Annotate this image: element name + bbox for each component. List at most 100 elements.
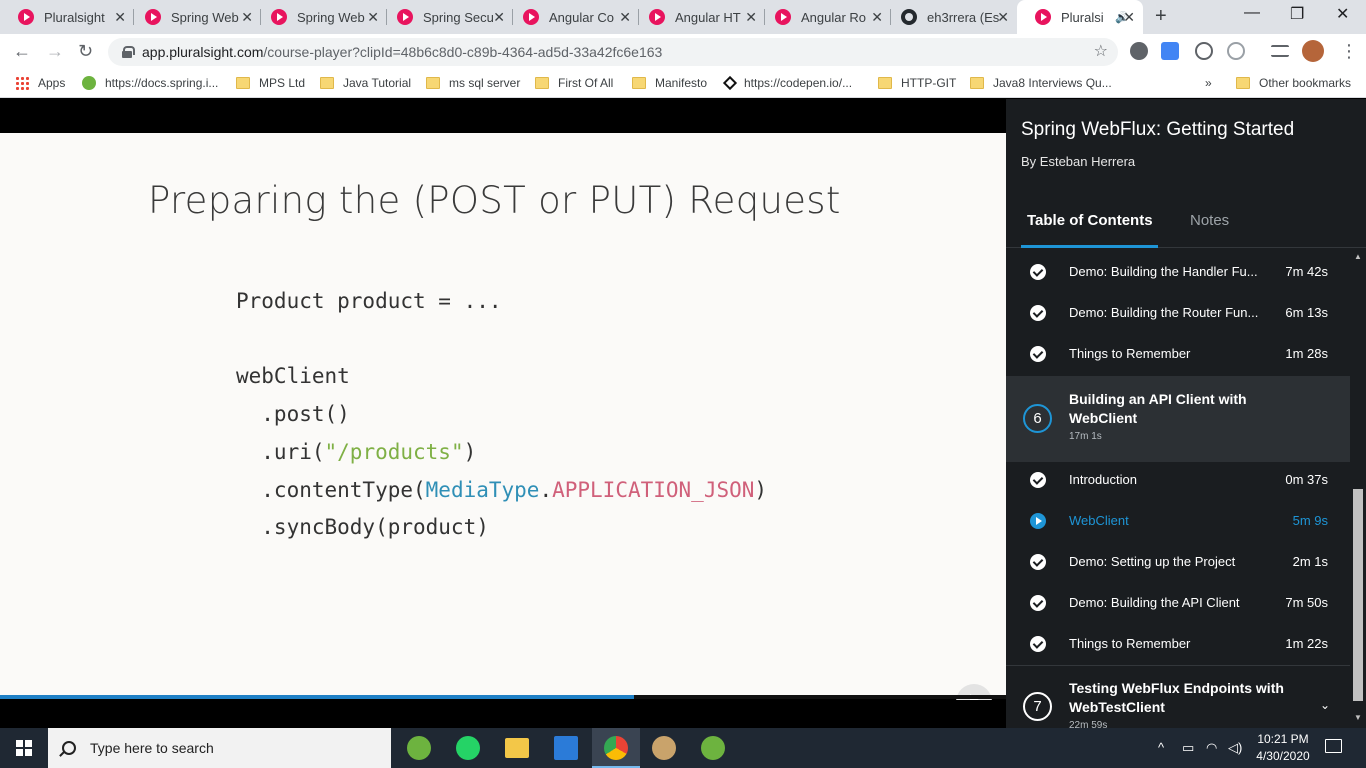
search-icon: [62, 741, 76, 755]
forward-button[interactable]: →: [46, 41, 64, 62]
close-icon[interactable]: ✕: [114, 9, 126, 26]
browser-tab[interactable]: Angular Ro ✕: [757, 0, 891, 34]
clip-name: Demo: Building the Handler Fu...: [1069, 264, 1258, 279]
chrome-icon[interactable]: [604, 736, 628, 760]
menu-icon[interactable]: ⋮: [1340, 41, 1358, 62]
browser-tab[interactable]: Pluralsight ✕: [0, 0, 134, 34]
chevron-up-icon[interactable]: ^: [1158, 740, 1164, 755]
clock-date: 4/30/2020: [1256, 749, 1310, 763]
bookmark-item[interactable]: MPS Ltd: [236, 76, 305, 90]
spring-tool-suite-icon[interactable]: [407, 736, 431, 760]
close-icon[interactable]: ✕: [997, 9, 1009, 26]
lock-icon[interactable]: [122, 46, 135, 58]
video-player[interactable]: Preparing the (POST or PUT) Request Prod…: [0, 99, 1006, 720]
clip-duration: 7m 42s: [1285, 264, 1328, 279]
bookmark-item[interactable]: https://docs.spring.i...: [82, 76, 218, 90]
folder-icon: [970, 77, 984, 89]
wifi-icon[interactable]: ◠: [1206, 740, 1217, 756]
close-icon[interactable]: ✕: [241, 9, 253, 26]
browser-tab-active[interactable]: Pluralsi 🔊 ✕: [1017, 0, 1143, 34]
taskbar-clock[interactable]: 10:21 PM 4/30/2020: [1250, 731, 1316, 765]
bookmark-item[interactable]: https://codepen.io/...: [722, 75, 852, 91]
clip-name: Demo: Building the API Client: [1069, 595, 1240, 610]
browser-tab[interactable]: eh3rrera (Es ✕: [883, 0, 1017, 34]
translate-icon[interactable]: [1161, 42, 1179, 60]
code-block: Product product = ... webClient .post() …: [236, 283, 767, 547]
clip-item[interactable]: Demo: Building the API Client 7m 50s: [1006, 582, 1350, 623]
folder-icon: [535, 77, 549, 89]
play-icon: [1030, 512, 1046, 529]
clip-item-current[interactable]: WebClient 5m 9s: [1006, 500, 1350, 541]
bookmark-item[interactable]: First Of All: [535, 76, 613, 90]
module-header-6[interactable]: 6 Building an API Client with WebClient …: [1006, 376, 1350, 462]
volume-icon[interactable]: ◁): [1228, 740, 1242, 756]
clip-item[interactable]: Demo: Setting up the Project 2m 1s: [1006, 541, 1350, 582]
clip-item[interactable]: Things to Remember 1m 22s: [1006, 623, 1350, 664]
close-icon[interactable]: ✕: [367, 9, 379, 26]
module-duration: 22m 59s: [1069, 720, 1108, 728]
clip-item[interactable]: Demo: Building the Handler Fu... 7m 42s: [1006, 251, 1350, 292]
maximize-button[interactable]: ❐: [1290, 4, 1304, 24]
back-button[interactable]: ←: [13, 41, 31, 62]
notification-icon[interactable]: [1325, 739, 1342, 753]
start-button[interactable]: [0, 728, 48, 768]
clip-item[interactable]: Things to Remember 1m 28s: [1006, 333, 1350, 374]
whatsapp-icon[interactable]: [456, 736, 480, 760]
bookmark-item[interactable]: HTTP-GIT: [878, 76, 956, 90]
browser-tab[interactable]: Angular HT ✕: [631, 0, 765, 34]
bookmarks-overflow-button[interactable]: »: [1205, 76, 1212, 90]
tab-table-of-contents[interactable]: Table of Contents: [1027, 212, 1153, 229]
browser-tab[interactable]: Spring Web ✕: [127, 0, 261, 34]
bookmark-apps[interactable]: Apps: [15, 76, 65, 90]
scrollbar-thumb[interactable]: [1353, 489, 1363, 701]
scroll-down-arrow[interactable]: ▼: [1354, 713, 1362, 722]
minimize-button[interactable]: —: [1244, 4, 1260, 22]
address-bar[interactable]: app.pluralsight.com/course-player?clipId…: [108, 38, 1118, 66]
new-tab-button[interactable]: +: [1155, 5, 1167, 28]
clock-time: 10:21 PM: [1257, 732, 1309, 746]
taskbar-search[interactable]: Type here to search: [48, 728, 391, 768]
chevron-down-icon[interactable]: ⌄: [1320, 698, 1330, 712]
folder-icon: [236, 77, 250, 89]
close-icon[interactable]: ✕: [871, 9, 883, 26]
media-control-icon[interactable]: [1271, 45, 1289, 57]
bookmark-item[interactable]: ms sql server: [426, 76, 520, 90]
tab-notes[interactable]: Notes: [1190, 212, 1229, 229]
clip-name: Things to Remember: [1069, 636, 1191, 651]
paint-icon[interactable]: [652, 736, 676, 760]
tab-title: eh3rrera (Es: [927, 9, 1000, 25]
check-icon: [1030, 263, 1046, 280]
code-line: .post(): [236, 402, 350, 427]
extension-icon[interactable]: [1195, 42, 1213, 60]
bookmark-other[interactable]: Other bookmarks: [1236, 76, 1351, 90]
battery-icon[interactable]: ▭: [1182, 740, 1194, 756]
check-icon: [1030, 635, 1046, 652]
bookmark-star-icon[interactable]: ☆: [1094, 41, 1108, 61]
clip-item[interactable]: Demo: Building the Router Fun... 6m 13s: [1006, 292, 1350, 333]
close-icon[interactable]: ✕: [493, 9, 505, 26]
file-explorer-icon[interactable]: [505, 738, 529, 758]
clip-duration: 1m 22s: [1285, 636, 1328, 651]
extension-icon[interactable]: [1130, 42, 1148, 60]
close-window-button[interactable]: ✕: [1336, 4, 1349, 24]
close-icon[interactable]: ✕: [1123, 9, 1135, 26]
video-progress-bar[interactable]: [0, 695, 1006, 699]
extension-icon[interactable]: [1227, 42, 1245, 60]
module-header-7[interactable]: 7 Testing WebFlux Endpoints with WebTest…: [1006, 666, 1350, 728]
bookmark-item[interactable]: Java Tutorial: [320, 76, 411, 90]
browser-tab[interactable]: Spring Secu ✕: [379, 0, 513, 34]
bookmark-item[interactable]: Manifesto: [632, 76, 707, 90]
browser-tab[interactable]: Angular Co ✕: [505, 0, 639, 34]
browser-tab[interactable]: Spring Web ✕: [253, 0, 387, 34]
close-icon[interactable]: ✕: [745, 9, 757, 26]
spring-tool-suite-icon[interactable]: [701, 736, 725, 760]
reload-button[interactable]: ↻: [78, 41, 93, 62]
photos-icon[interactable]: [554, 736, 578, 760]
avatar[interactable]: [1302, 40, 1324, 62]
scroll-up-arrow[interactable]: ▲: [1354, 252, 1362, 261]
clip-item[interactable]: Introduction 0m 37s: [1006, 459, 1350, 500]
tab-title: Pluralsight: [44, 9, 105, 25]
close-icon[interactable]: ✕: [619, 9, 631, 26]
search-placeholder: Type here to search: [90, 740, 214, 756]
bookmark-item[interactable]: Java8 Interviews Qu...: [970, 76, 1112, 90]
